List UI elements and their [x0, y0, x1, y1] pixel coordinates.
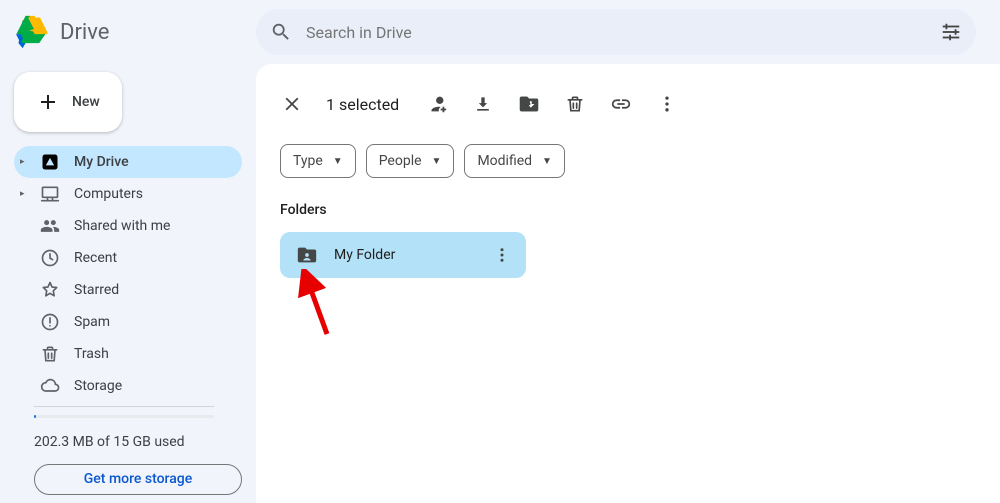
trash-icon	[40, 344, 60, 364]
sidebar-item-label: Starred	[74, 282, 119, 298]
storage-used-text: 202.3 MB of 15 GB used	[14, 434, 242, 450]
search-bar[interactable]	[256, 9, 976, 55]
sidebar: New ▸ My Drive ▸ Computers S	[0, 64, 256, 503]
sidebar-item-label: Spam	[74, 314, 110, 330]
filter-modified[interactable]: Modified ▼	[464, 144, 565, 178]
share-icon[interactable]	[425, 92, 449, 116]
sidebar-item-trash[interactable]: Trash	[14, 338, 242, 370]
sidebar-item-my-drive[interactable]: ▸ My Drive	[14, 146, 242, 178]
sidebar-item-spam[interactable]: Spam	[14, 306, 242, 338]
chevron-down-icon: ▼	[333, 156, 343, 167]
drive-home-icon	[40, 152, 60, 172]
download-icon[interactable]	[471, 92, 495, 116]
link-icon[interactable]	[609, 92, 633, 116]
plus-icon	[36, 90, 60, 114]
filter-people[interactable]: People ▼	[366, 144, 455, 178]
new-button[interactable]: New	[14, 72, 122, 132]
spam-icon	[40, 312, 60, 332]
sidebar-item-label: Storage	[74, 378, 122, 394]
main-content: 1 selected Type ▼ People ▼ Modified	[256, 64, 1000, 503]
chip-label: People	[379, 153, 422, 169]
get-more-storage-button[interactable]: Get more storage	[34, 464, 242, 495]
sidebar-item-label: Recent	[74, 250, 117, 266]
computers-icon	[40, 184, 60, 204]
folder-name: My Folder	[334, 247, 395, 263]
sidebar-item-recent[interactable]: Recent	[14, 242, 242, 274]
delete-icon[interactable]	[563, 92, 587, 116]
shared-folder-icon	[296, 244, 318, 266]
expand-icon[interactable]: ▸	[20, 189, 25, 199]
chevron-down-icon: ▼	[542, 156, 552, 167]
storage-progress	[34, 415, 214, 418]
app-logo[interactable]: Drive	[16, 14, 256, 50]
star-icon	[40, 280, 60, 300]
filter-type[interactable]: Type ▼	[280, 144, 356, 178]
folders-heading: Folders	[280, 202, 976, 218]
selected-count: 1 selected	[326, 95, 399, 114]
expand-icon[interactable]: ▸	[20, 157, 25, 167]
sidebar-item-label: My Drive	[74, 154, 129, 170]
move-icon[interactable]	[517, 92, 541, 116]
more-icon[interactable]	[655, 92, 679, 116]
search-options-icon[interactable]	[940, 21, 962, 43]
shared-icon	[40, 216, 60, 236]
recent-icon	[40, 248, 60, 268]
sidebar-item-label: Trash	[74, 346, 109, 362]
sidebar-item-label: Computers	[74, 186, 143, 202]
search-icon	[270, 21, 292, 43]
filter-chips: Type ▼ People ▼ Modified ▼	[280, 144, 976, 178]
drive-icon	[16, 14, 52, 50]
folder-more-icon[interactable]	[488, 241, 516, 269]
cloud-icon	[40, 376, 60, 396]
sidebar-item-storage[interactable]: Storage	[14, 370, 242, 402]
sidebar-item-shared[interactable]: Shared with me	[14, 210, 242, 242]
new-button-label: New	[72, 94, 100, 110]
chip-label: Modified	[477, 153, 532, 169]
close-icon[interactable]	[280, 92, 304, 116]
folder-item[interactable]: My Folder	[280, 232, 526, 278]
sidebar-item-label: Shared with me	[74, 218, 170, 234]
sidebar-item-computers[interactable]: ▸ Computers	[14, 178, 242, 210]
chip-label: Type	[293, 153, 323, 169]
search-input[interactable]	[292, 23, 940, 42]
app-name: Drive	[60, 20, 109, 45]
sidebar-item-starred[interactable]: Starred	[14, 274, 242, 306]
selection-toolbar: 1 selected	[280, 84, 976, 124]
chevron-down-icon: ▼	[432, 156, 442, 167]
divider	[34, 406, 214, 407]
